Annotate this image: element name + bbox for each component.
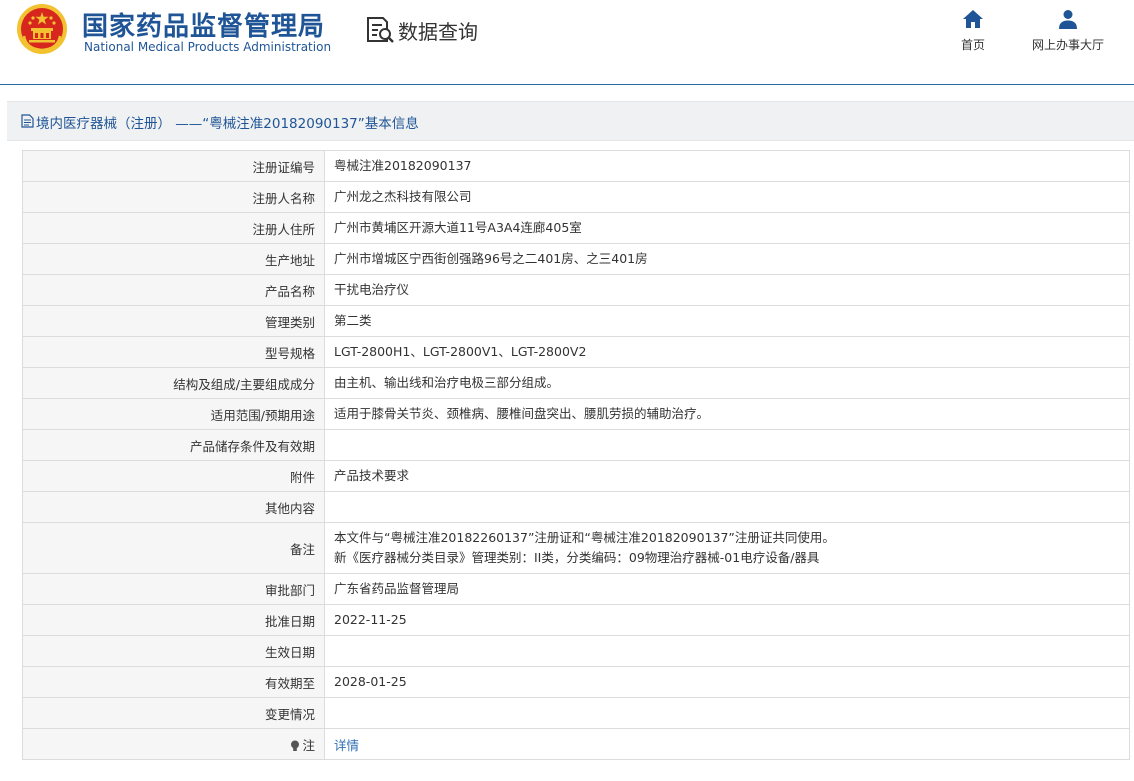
detail-label: 注册人住所 (22, 212, 325, 244)
detail-value: 本文件与“粤械注准20182260137”注册证和“粤械注准2018209013… (324, 522, 1130, 574)
detail-label: 变更情况 (22, 697, 325, 729)
nav-home-button[interactable]: 首页 (955, 8, 991, 53)
home-icon (963, 10, 983, 28)
org-name-cn: 国家药品监督管理局 (82, 12, 326, 42)
detail-row: 型号规格 LGT-2800H1、LGT-2800V1、LGT-2800V2 (22, 336, 1130, 368)
detail-label: 有效期至 (22, 666, 325, 698)
detail-row: 审批部门 广东省药品监督管理局 (22, 573, 1130, 605)
detail-value-line: 2028-01-25 (334, 674, 407, 689)
detail-label: 注册证编号 (22, 150, 325, 182)
detail-value: 2022-11-25 (324, 604, 1130, 636)
detail-row: 产品储存条件及有效期 (22, 429, 1130, 461)
detail-value (324, 635, 1130, 667)
lightbulb-icon (291, 740, 300, 751)
detail-label: 结构及组成/主要组成成分 (22, 367, 325, 399)
detail-value-line: 广东省药品监督管理局 (334, 581, 460, 596)
detail-row: 注册人名称 广州龙之杰科技有限公司 (22, 181, 1130, 213)
detail-row: 适用范围/预期用途 适用于膝骨关节炎、颈椎病、腰椎间盘突出、腰肌劳损的辅助治疗。 (22, 398, 1130, 430)
national-emblem-icon (17, 4, 67, 54)
detail-label: 生产地址 (22, 243, 325, 275)
note-label: 注 (302, 737, 315, 753)
detail-label: 适用范围/预期用途 (22, 398, 325, 430)
note-value-cell: 详情 (324, 728, 1130, 760)
detail-value: 广东省药品监督管理局 (324, 573, 1130, 605)
detail-row: 备注 本文件与“粤械注准20182260137”注册证和“粤械注准20182090… (22, 522, 1130, 574)
document-icon (21, 114, 34, 128)
detail-value (324, 697, 1130, 729)
detail-table: 注册证编号 粤械注准20182090137 注册人名称 广州龙之杰科技有限公司 注册人住… (22, 150, 1130, 760)
note-row: 注 详情 (22, 728, 1130, 760)
detail-row: 批准日期 2022-11-25 (22, 604, 1130, 636)
detail-value: 干扰电治疗仪 (324, 274, 1130, 306)
detail-value: LGT-2800H1、LGT-2800V1、LGT-2800V2 (324, 336, 1130, 368)
detail-value-line: 粤械注准20182090137 (334, 158, 472, 173)
detail-row: 结构及组成/主要组成成分 由主机、输出线和治疗电极三部分组成。 (22, 367, 1130, 399)
detail-value (324, 429, 1130, 461)
detail-value-line: 第二类 (334, 313, 372, 328)
detail-value-line: 适用于膝骨关节炎、颈椎病、腰椎间盘突出、腰肌劳损的辅助治疗。 (334, 406, 710, 421)
section-title-bar: 境内医疗器械（注册） ——“粤械注准20182090137”基本信息 (7, 101, 1134, 141)
detail-label: 注册人名称 (22, 181, 325, 213)
detail-value-line: 产品技术要求 (334, 468, 410, 483)
nav-home-label: 首页 (960, 38, 985, 52)
detail-value: 第二类 (324, 305, 1130, 337)
note-label-cell: 注 (22, 728, 325, 760)
detail-row: 生效日期 (22, 635, 1130, 667)
section-title: 境内医疗器械（注册） ——“粤械注准20182090137”基本信息 (36, 116, 419, 132)
detail-label: 产品储存条件及有效期 (22, 429, 325, 461)
detail-value: 2028-01-25 (324, 666, 1130, 698)
user-icon (1059, 10, 1077, 29)
detail-value-line: 本文件与“粤械注准20182260137”注册证和“粤械注准2018209013… (334, 530, 835, 545)
detail-label: 管理类别 (22, 305, 325, 337)
site-header: 国家药品监督管理局 National Medical Products Admi… (0, 0, 1134, 85)
detail-value: 产品技术要求 (324, 460, 1130, 492)
detail-value-line: 由主机、输出线和治疗电极三部分组成。 (334, 375, 560, 390)
detail-row: 产品名称 干扰电治疗仪 (22, 274, 1130, 306)
detail-value-line: 广州龙之杰科技有限公司 (334, 189, 472, 204)
data-query-icon (367, 17, 394, 43)
detail-value: 适用于膝骨关节炎、颈椎病、腰椎间盘突出、腰肌劳损的辅助治疗。 (324, 398, 1130, 430)
detail-label: 批准日期 (22, 604, 325, 636)
detail-value-line: 广州市增城区宁西街创强路96号之二401房、之三401房 (334, 251, 648, 266)
detail-row: 有效期至 2028-01-25 (22, 666, 1130, 698)
detail-value-line: LGT-2800H1、LGT-2800V1、LGT-2800V2 (334, 344, 587, 359)
nav-online-hall-label: 网上办事大厅 (1031, 38, 1104, 52)
detail-row: 管理类别 第二类 (22, 305, 1130, 337)
detail-value-line: 干扰电治疗仪 (334, 282, 410, 297)
detail-label: 其他内容 (22, 491, 325, 523)
detail-row: 附件 产品技术要求 (22, 460, 1130, 492)
detail-row: 注册人住所 广州市黄埔区开源大道11号A3A4连廊405室 (22, 212, 1130, 244)
detail-row: 其他内容 (22, 491, 1130, 523)
nav-online-hall-button[interactable]: 网上办事大厅 (1024, 8, 1112, 53)
detail-value-line: 2022-11-25 (334, 612, 407, 627)
detail-value-line: 新《医疗器械分类目录》管理类别：II类，分类编码：09物理治疗器械-01电疗设备… (334, 550, 820, 565)
detail-label: 附件 (22, 460, 325, 492)
detail-row: 生产地址 广州市增城区宁西街创强路96号之二401房、之三401房 (22, 243, 1130, 275)
detail-value: 广州市增城区宁西街创强路96号之二401房、之三401房 (324, 243, 1130, 275)
detail-label: 备注 (22, 522, 325, 574)
detail-value-line: 广州市黄埔区开源大道11号A3A4连廊405室 (334, 220, 582, 235)
details-link[interactable]: 详情 (334, 738, 359, 753)
detail-row: 变更情况 (22, 697, 1130, 729)
detail-label: 产品名称 (22, 274, 325, 306)
detail-label: 审批部门 (22, 573, 325, 605)
page-title: 数据查询 (398, 20, 478, 44)
detail-label: 生效日期 (22, 635, 325, 667)
detail-value: 广州市黄埔区开源大道11号A3A4连廊405室 (324, 212, 1130, 244)
detail-label: 型号规格 (22, 336, 325, 368)
detail-value: 粤械注准20182090137 (324, 150, 1130, 182)
detail-value (324, 491, 1130, 523)
detail-value: 广州龙之杰科技有限公司 (324, 181, 1130, 213)
detail-value: 由主机、输出线和治疗电极三部分组成。 (324, 367, 1130, 399)
org-name-en: National Medical Products Administration (84, 40, 332, 54)
detail-row: 注册证编号 粤械注准20182090137 (22, 150, 1130, 182)
